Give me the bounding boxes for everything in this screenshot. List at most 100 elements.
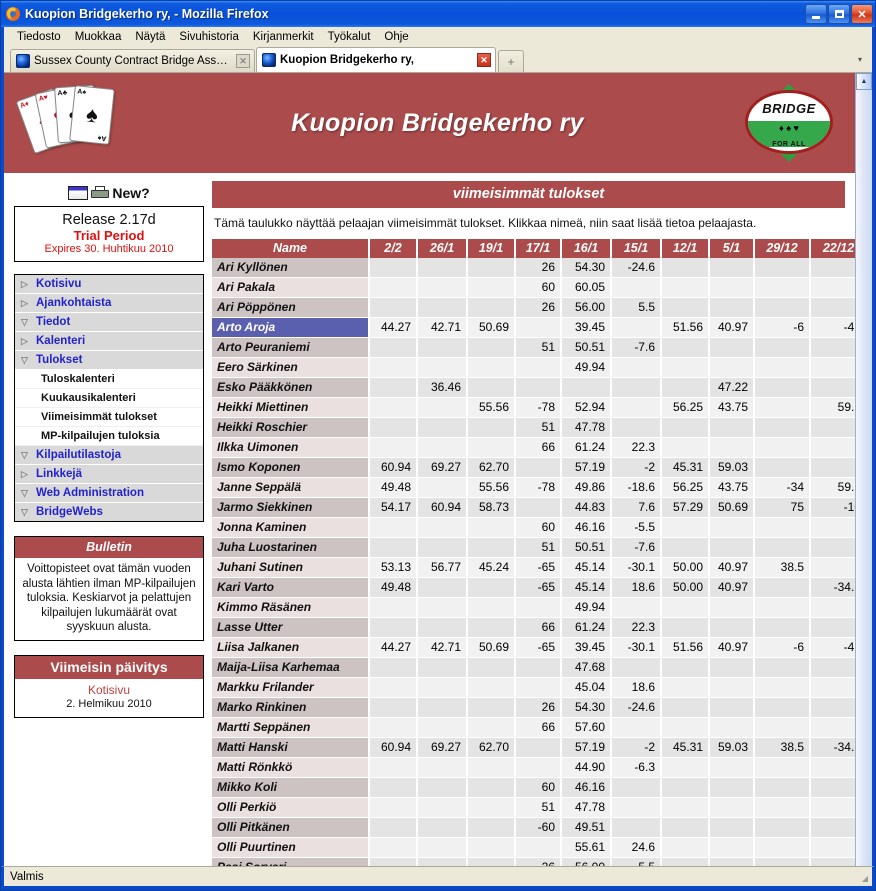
last-update-link[interactable]: Kotisivu: [20, 683, 198, 698]
table-row[interactable]: Janne Seppälä 49.48 55.56 -78 49.86 -18.6 56.2…: [212, 477, 855, 498]
player-name-cell[interactable]: Janne Seppälä: [212, 477, 370, 498]
page-scrollbar[interactable]: ▲: [855, 73, 872, 866]
table-row[interactable]: Olli Perkiö 51 47.78: [212, 797, 855, 818]
table-row[interactable]: Kimmo Räsänen 49.94: [212, 597, 855, 618]
new-banner[interactable]: New?: [14, 181, 204, 206]
player-name-cell[interactable]: Juha Luostarinen: [212, 537, 370, 558]
menu-ohje[interactable]: Ohje: [377, 29, 415, 45]
table-row[interactable]: Maija-Liisa Karhemaa 47.68: [212, 657, 855, 678]
player-name-cell[interactable]: Heikki Miettinen: [212, 397, 370, 418]
player-name-cell[interactable]: Olli Perkiö: [212, 797, 370, 818]
tab-sussex-county[interactable]: Sussex County Contract Bridge Associa ..…: [10, 49, 255, 72]
sidebar-subitem-viimeisimmat-tulokset[interactable]: Viimeisimmät tulokset: [15, 408, 203, 427]
player-name-cell[interactable]: Ari Pakala: [212, 277, 370, 298]
player-name-cell[interactable]: Mikko Koli: [212, 777, 370, 798]
sidebar-item-kalenteri[interactable]: ▷ Kalenteri: [15, 332, 203, 351]
player-name-cell[interactable]: Juhani Sutinen: [212, 557, 370, 578]
col-header-date-1[interactable]: 26/1: [417, 239, 468, 258]
col-header-date-4[interactable]: 16/1: [561, 239, 612, 258]
sidebar-subitem-tuloskalenteri[interactable]: Tuloskalenteri: [15, 370, 203, 389]
col-header-name[interactable]: Name: [212, 239, 370, 258]
player-name-cell[interactable]: Lasse Utter: [212, 617, 370, 638]
col-header-date-9[interactable]: 22/12: [810, 239, 855, 258]
player-name-cell[interactable]: Pasi Sorvari: [212, 857, 370, 866]
table-row[interactable]: Matti Hanski 60.94 69.27 62.70 57.19 -2 45.31 5…: [212, 737, 855, 758]
sidebar-item-kilpailutilastoja[interactable]: ▽ Kilpailutilastoja: [15, 446, 203, 465]
sidebar-item-ajankohtaista[interactable]: ▷ Ajankohtaista: [15, 294, 203, 313]
close-button[interactable]: ✕: [851, 4, 873, 24]
table-row[interactable]: Ismo Koponen 60.94 69.27 62.70 57.19 -2 45.31 5…: [212, 457, 855, 478]
player-name-cell[interactable]: Kari Varto: [212, 577, 370, 598]
table-row[interactable]: Jonna Kaminen 60 46.16 -5.5: [212, 517, 855, 538]
player-name-cell[interactable]: Ari Kyllönen: [212, 258, 370, 278]
player-name-cell[interactable]: Maija-Liisa Karhemaa: [212, 657, 370, 678]
sidebar-item-bridgewebs[interactable]: ▽ BridgeWebs: [15, 503, 203, 521]
col-header-date-8[interactable]: 29/12: [754, 239, 811, 258]
table-row[interactable]: Esko Pääkkönen 36.46 47.22: [212, 377, 855, 398]
player-name-cell[interactable]: Jarmo Siekkinen: [212, 497, 370, 518]
col-header-date-7[interactable]: 5/1: [709, 239, 755, 258]
col-header-date-2[interactable]: 19/1: [467, 239, 516, 258]
sidebar-subitem-mp-kilpailujen-tuloksia[interactable]: MP-kilpailujen tuloksia: [15, 427, 203, 446]
table-row[interactable]: Ari Kyllönen 26 54.30 -24.6: [212, 258, 855, 278]
player-name-cell[interactable]: Markku Frilander: [212, 677, 370, 698]
sidebar-item-web-administration[interactable]: ▽ Web Administration: [15, 484, 203, 503]
table-row[interactable]: Juhani Sutinen 53.13 56.77 45.24 -65 45.14 -30…: [212, 557, 855, 578]
table-row[interactable]: Ari Pakala 60 60.05: [212, 277, 855, 298]
list-all-tabs-icon[interactable]: ▾: [852, 50, 868, 70]
sidebar-item-linkkeja[interactable]: ▷ Linkkejä: [15, 465, 203, 484]
table-row[interactable]: Eero Särkinen 49.94: [212, 357, 855, 378]
sidebar-item-tulokset[interactable]: ▽ Tulokset: [15, 351, 203, 370]
table-row[interactable]: Jarmo Siekkinen 54.17 60.94 58.73 44.83 7.6 57…: [212, 497, 855, 518]
tab-close-icon[interactable]: ✕: [477, 53, 491, 67]
player-name-cell[interactable]: Ari Pöppönen: [212, 297, 370, 318]
table-row[interactable]: Marko Rinkinen 26 54.30 -24.6: [212, 697, 855, 718]
table-row[interactable]: Heikki Roschier 51 47.78: [212, 417, 855, 438]
menu-muokkaa[interactable]: Muokkaa: [68, 29, 129, 45]
table-row[interactable]: Ari Pöppönen 26 56.00 5.5: [212, 297, 855, 318]
player-name-cell[interactable]: Matti Rönkkö: [212, 757, 370, 778]
scrollbar-track[interactable]: [856, 90, 872, 866]
maximize-button[interactable]: [828, 4, 850, 24]
player-name-cell[interactable]: Olli Pitkänen: [212, 817, 370, 838]
player-name-cell[interactable]: Liisa Jalkanen: [212, 637, 370, 658]
col-header-date-3[interactable]: 17/1: [515, 239, 562, 258]
table-row[interactable]: Mikko Koli 60 46.16: [212, 777, 855, 798]
table-row[interactable]: Olli Puurtinen 55.61 24.6: [212, 837, 855, 858]
player-name-cell[interactable]: Heikki Roschier: [212, 417, 370, 438]
player-name-cell[interactable]: Ismo Koponen: [212, 457, 370, 478]
sidebar-subitem-kuukausikalenteri[interactable]: Kuukausikalenteri: [15, 389, 203, 408]
player-name-cell[interactable]: Eero Särkinen: [212, 357, 370, 378]
table-row[interactable]: Markku Frilander 45.04 18.6: [212, 677, 855, 698]
col-header-date-6[interactable]: 12/1: [661, 239, 710, 258]
player-name-cell[interactable]: Arto Peuraniemi: [212, 337, 370, 358]
table-row[interactable]: Juha Luostarinen 51 50.51 -7.6: [212, 537, 855, 558]
menu-nayta[interactable]: Näytä: [128, 29, 172, 45]
table-row[interactable]: Heikki Miettinen 55.56 -78 52.94 56.25 43.75 5…: [212, 397, 855, 418]
player-name-cell[interactable]: Arto Aroja: [212, 317, 370, 338]
player-name-cell[interactable]: Jonna Kaminen: [212, 517, 370, 538]
table-row[interactable]: Arto Aroja 44.27 42.71 50.69 39.45 51.56 40.97…: [212, 317, 855, 338]
col-header-date-5[interactable]: 15/1: [611, 239, 662, 258]
menu-sivuhistoria[interactable]: Sivuhistoria: [172, 29, 245, 45]
player-name-cell[interactable]: Marko Rinkinen: [212, 697, 370, 718]
table-row[interactable]: Martti Seppänen 66 57.60: [212, 717, 855, 738]
player-name-cell[interactable]: Kimmo Räsänen: [212, 597, 370, 618]
player-name-cell[interactable]: Esko Pääkkönen: [212, 377, 370, 398]
table-row[interactable]: Pasi Sorvari 2656.005.5: [212, 857, 855, 866]
sidebar-item-tiedot[interactable]: ▽ Tiedot: [15, 313, 203, 332]
menu-kirjanmerkit[interactable]: Kirjanmerkit: [246, 29, 321, 45]
table-row[interactable]: Arto Peuraniemi 51 50.51 -7.6: [212, 337, 855, 358]
resize-grip-icon[interactable]: ◢: [856, 871, 868, 883]
menu-tyokalut[interactable]: Työkalut: [321, 29, 378, 45]
player-name-cell[interactable]: Olli Puurtinen: [212, 837, 370, 858]
table-row[interactable]: Ilkka Uimonen 66 61.24 22.3: [212, 437, 855, 458]
new-tab-button[interactable]: +: [498, 50, 524, 72]
table-row[interactable]: Lasse Utter 66 61.24 22.3: [212, 617, 855, 638]
tab-close-icon[interactable]: ✕: [236, 54, 250, 68]
table-row[interactable]: Kari Varto 49.48 -65 45.14 18.6 50.00 40.97 -34…: [212, 577, 855, 598]
col-header-date-0[interactable]: 2/2: [369, 239, 418, 258]
scroll-up-button[interactable]: ▲: [856, 73, 872, 90]
minimize-button[interactable]: [805, 4, 827, 24]
tab-kuopion-bridgekerho[interactable]: Kuopion Bridgekerho ry, ✕: [256, 47, 496, 72]
